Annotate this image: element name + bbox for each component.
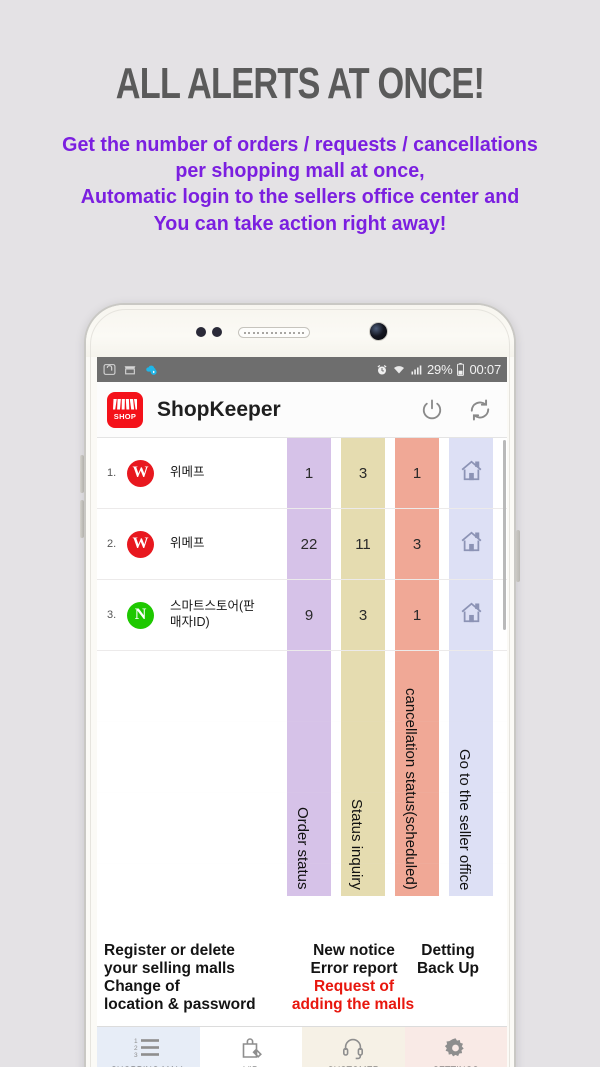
promo-subtitle-line-4: You can take action right away!: [153, 211, 447, 235]
shopping-bag-icon: [242, 1038, 262, 1058]
cell-cancellation[interactable]: 1: [395, 465, 439, 482]
refresh-icon[interactable]: [467, 397, 493, 423]
table-row[interactable]: 3. N 스마트스토어(판매자ID) 9 3 1: [97, 580, 507, 651]
cell-status-inquiry[interactable]: 3: [341, 465, 385, 482]
app-logo-label: SHOP: [113, 411, 137, 421]
mall-logo-icon: W: [127, 459, 154, 487]
earpiece-speaker-icon: [238, 327, 310, 338]
promo-header: ALL ALERTS AT ONCE! Get the number of or…: [0, 0, 600, 237]
annotation-customer-service: New notice Error report Request of addin…: [292, 942, 414, 1014]
promo-subtitle-line-2: per shopping mall at once,: [175, 159, 425, 183]
tab-shopping-mall-manage[interactable]: 123 SHOPPING MALLMANAGE: [97, 1027, 200, 1067]
front-camera-icon: [369, 322, 388, 341]
annotation-line: Register or delete: [104, 942, 235, 959]
vertical-scrollbar[interactable]: [503, 440, 506, 630]
numbered-list-icon: 123: [134, 1038, 160, 1059]
svg-text:3: 3: [134, 1052, 138, 1059]
table-row[interactable]: 2. W 위메프 22 11 3: [97, 509, 507, 580]
shop-awning-icon: [113, 398, 137, 409]
cell-cancellation[interactable]: 1: [395, 607, 439, 624]
power-icon[interactable]: [419, 397, 445, 423]
promo-subtitle-line-3: Automatic login to the sellers office ce…: [80, 185, 520, 209]
sensor-dots-icon: [196, 327, 222, 337]
tab-settings[interactable]: SETTINGS: [404, 1027, 507, 1067]
table-row-empty: [97, 651, 507, 722]
cell-order-status[interactable]: 9: [287, 607, 331, 624]
column-label-cancellation: cancellation status(scheduled): [402, 688, 419, 890]
table-row-empty: [97, 722, 507, 793]
battery-percent-label: 29%: [427, 362, 453, 377]
row-number: 1.: [107, 467, 117, 479]
mall-table: 1. W 위메프 1 3 1 2. W 위메프 22 11 3 3. N 스마트…: [97, 438, 507, 908]
store-icon: [124, 366, 136, 375]
column-label-seller-office: Go to the seller office: [456, 748, 473, 890]
promo-subtitle: Get the number of orders / requests / ca…: [12, 132, 588, 237]
power-side-button[interactable]: [516, 530, 520, 582]
page-title: ALL ALERTS AT ONCE!: [115, 59, 485, 108]
app-bar-actions: [419, 397, 493, 423]
alarm-icon: [377, 364, 387, 374]
battery-icon: [457, 363, 465, 376]
annotation-shopping-mall-manage: Register or delete your selling malls Ch…: [104, 942, 256, 1014]
column-label-status-inquiry: Status inquiry: [348, 799, 365, 890]
cell-cancellation[interactable]: 3: [395, 536, 439, 553]
home-icon[interactable]: [449, 600, 493, 630]
annotation-line: New notice: [313, 942, 395, 959]
table-row[interactable]: 1. W 위메프 1 3 1: [97, 438, 507, 509]
app-title: ShopKeeper: [157, 397, 281, 421]
mall-name: 위메프: [170, 465, 205, 480]
cell-order-status[interactable]: 1: [287, 465, 331, 482]
promo-subtitle-line-1: Get the number of orders / requests / ca…: [62, 133, 538, 156]
wifi-icon: [394, 365, 405, 373]
mall-name: 스마트스토어(판매자ID): [170, 599, 255, 629]
column-label-order-status: Order status: [294, 807, 311, 890]
svg-text:2: 2: [134, 1045, 138, 1052]
app-bar: SHOP ShopKeeper: [97, 382, 507, 438]
svg-text:1: 1: [134, 1038, 138, 1045]
cell-status-inquiry[interactable]: 3: [341, 607, 385, 624]
annotation-line: location & password: [104, 995, 256, 1013]
signal-icon: [411, 365, 422, 374]
annotation-settings: Detting Back Up: [404, 942, 492, 978]
annotation-line: your selling malls: [104, 959, 235, 977]
mall-logo-icon: N: [127, 601, 154, 629]
annotation-line-highlight: Request of: [313, 977, 395, 995]
home-icon[interactable]: [449, 458, 493, 488]
app-logo: SHOP: [107, 391, 143, 428]
bottom-navigation: 123 SHOPPING MALLMANAGE VI: [97, 1026, 507, 1067]
cell-status-inquiry[interactable]: 11: [341, 536, 385, 553]
cell-order-status[interactable]: 22: [287, 536, 331, 553]
tab-customer-service[interactable]: CUSTOMERSERVICE: [302, 1027, 405, 1067]
home-icon[interactable]: [449, 529, 493, 559]
clock-label: 00:07: [469, 362, 501, 377]
row-number: 2.: [107, 538, 117, 550]
cloud-play-icon: [146, 365, 157, 375]
sync-icon: [103, 364, 116, 375]
annotation-line: Back Up: [416, 959, 480, 977]
phone-top-bezel: [86, 305, 514, 357]
status-bar: 29% 00:07: [97, 357, 507, 382]
status-bar-left-icons: [103, 363, 159, 376]
mall-name: 위메프: [170, 536, 205, 551]
status-bar-right-icons: 29% 00:07: [376, 362, 501, 377]
headset-icon: [343, 1038, 364, 1060]
tab-vip-membership[interactable]: VIPMEMBERSHIP: [199, 1027, 302, 1067]
annotation-line-highlight: adding the malls: [291, 995, 415, 1013]
row-number: 3.: [107, 609, 117, 621]
annotation-line: Change of: [104, 977, 180, 995]
annotation-line: Detting: [421, 942, 475, 959]
mall-logo-icon: W: [127, 530, 154, 558]
gear-icon: [445, 1038, 464, 1057]
annotation-line: Error report: [310, 959, 398, 977]
